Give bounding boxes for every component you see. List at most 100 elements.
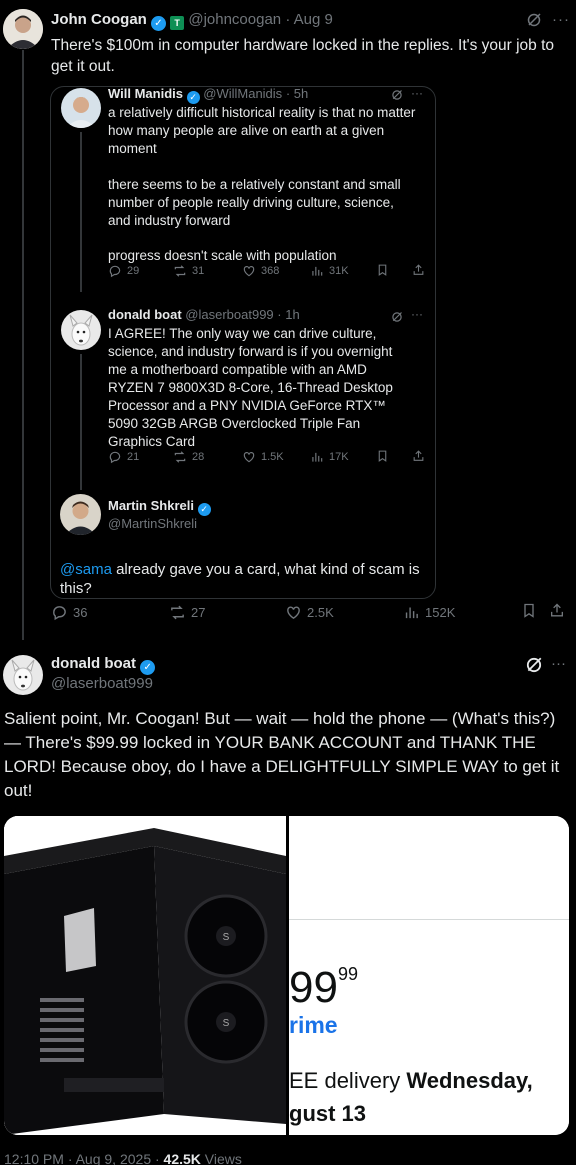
repost-count: 28 (192, 451, 205, 463)
like-button[interactable]: 2.5K (285, 604, 334, 621)
listing-price: 9999 (289, 952, 358, 1010)
delivery-line-1: EE delivery Wednesday, (289, 1068, 533, 1094)
avatar-john-coogan[interactable] (3, 9, 43, 49)
svg-text:S: S (223, 932, 230, 943)
grok-icon[interactable] (525, 656, 543, 679)
verified-badge-icon: ✓ (186, 91, 200, 104)
price-cents: 99 (337, 964, 358, 984)
like-count: 368 (261, 265, 280, 277)
main-author-handle[interactable]: @laserboat999 (51, 675, 153, 692)
like-button[interactable]: 1.5K (242, 450, 284, 464)
reply-icon (53, 605, 66, 620)
repost-icon (171, 605, 184, 619)
quote2-name[interactable]: donald boat (108, 307, 182, 322)
tweet-text: There's $100m in computer hardware locke… (51, 37, 555, 75)
views-icon (405, 607, 418, 618)
reply-count: 29 (127, 265, 140, 277)
more-icon[interactable]: ··· (411, 86, 423, 100)
views-icon (312, 266, 323, 276)
repost-button[interactable]: 31 (173, 264, 204, 278)
reply-icon (109, 451, 121, 464)
quote2-header: donald boat @laserboat999 · 1h (108, 307, 300, 322)
delivery-free: EE delivery (289, 1068, 407, 1093)
product-listing-image[interactable]: 9999 rime EE delivery Wednesday, gust 13 (289, 816, 569, 1135)
quote-thread-line (80, 354, 82, 490)
views-button[interactable]: 152K (403, 604, 455, 621)
repost-count: 27 (191, 604, 206, 620)
main-author: donald boat ✓ (51, 655, 156, 675)
avatar-donald-boat[interactable] (3, 655, 43, 695)
quote3-handle[interactable]: @MartinShkreli (108, 516, 197, 531)
share-icon[interactable] (412, 449, 425, 466)
quote1-header: Will Manidis ✓ @WillManidis · 5h (108, 86, 308, 104)
mention-link[interactable]: @sama (60, 561, 112, 578)
view-count: 152K (425, 604, 456, 620)
tweet-date[interactable]: · Aug 9 (285, 11, 333, 28)
like-button[interactable]: 368 (242, 264, 279, 278)
svg-text:S: S (223, 1018, 230, 1029)
like-count: 1.5K (261, 451, 284, 463)
quote1-line-3: progress doesn't scale with population (108, 248, 337, 263)
pc-case-image[interactable]: S S (4, 816, 286, 1135)
quote1-line-2: there seems to be a relatively constant … (108, 177, 401, 228)
price-dollars: 99 (289, 963, 338, 1012)
author-handle[interactable]: @johncoogan (188, 11, 281, 28)
main-tweet-text: Salient point, Mr. Coogan! But — wait — … (4, 709, 560, 800)
footer-views-label: Views (200, 1151, 242, 1165)
quote2-text: I AGREE! The only way we can drive cultu… (108, 326, 393, 449)
repost-button[interactable]: 28 (173, 450, 204, 464)
delivery-day: Wednesday, (406, 1068, 533, 1093)
bookmark-icon[interactable] (376, 449, 389, 466)
tweet-footer: 12:10 PM · Aug 9, 2025 · 42.5K Views (4, 1151, 242, 1165)
views-icon (312, 452, 323, 462)
repost-icon (174, 451, 186, 463)
reply-count: 36 (73, 604, 88, 620)
avatar-will-manidis[interactable] (61, 88, 101, 128)
bookmark-icon[interactable] (521, 602, 537, 622)
quote1-handle[interactable]: @WillManidis (203, 86, 282, 101)
more-icon[interactable]: ··· (552, 11, 570, 28)
grok-icon[interactable] (526, 12, 542, 33)
reply-count: 21 (127, 451, 140, 463)
quote1-line-1: a relatively difficult historical realit… (108, 105, 416, 156)
more-icon[interactable]: ··· (551, 655, 566, 672)
view-count: 17K (329, 451, 349, 463)
reply-button[interactable]: 36 (51, 604, 87, 621)
tweet-header: John Coogan ✓ T @johncoogan · Aug 9 (51, 11, 333, 31)
like-icon (287, 605, 300, 619)
footer-views-count: 42.5K (163, 1151, 201, 1165)
reply-button[interactable]: 29 (108, 264, 139, 278)
quote3-header: Martin Shkreli ✓ (108, 498, 211, 516)
author-name[interactable]: John Coogan (51, 11, 147, 28)
bookmark-icon[interactable] (376, 263, 389, 280)
verified-badge-icon: ✓ (151, 16, 166, 31)
footer-time[interactable]: 12:10 PM · Aug 9, 2025 · (4, 1151, 164, 1165)
more-icon[interactable]: ··· (411, 307, 423, 321)
avatar-martin-shkreli[interactable] (60, 494, 101, 535)
repost-button[interactable]: 27 (169, 604, 205, 621)
share-icon[interactable] (412, 263, 425, 280)
views-button[interactable]: 31K (310, 264, 349, 278)
view-count: 31K (329, 265, 349, 277)
delivery-line-2: gust 13 (289, 1101, 367, 1126)
prime-label: rime (289, 1012, 338, 1038)
quote3-text: @sama already gave you a card, what kind… (60, 560, 420, 598)
like-icon (243, 266, 255, 277)
affiliate-badge-icon: T (170, 16, 185, 30)
repost-count: 31 (192, 265, 205, 277)
tweet-media[interactable]: S S 9999 rime EE delivery Wednesday, gus… (4, 816, 569, 1135)
quote3-name[interactable]: Martin Shkreli (108, 498, 194, 513)
views-button[interactable]: 17K (310, 450, 349, 464)
avatar-donald-boat[interactable] (61, 310, 101, 350)
quote2-time[interactable]: · 1h (277, 307, 299, 322)
quote1-time[interactable]: · 5h (286, 86, 308, 101)
quote1-name[interactable]: Will Manidis (108, 86, 183, 101)
quote-thread-line (80, 132, 82, 292)
quote2-handle[interactable]: @laserboat999 (185, 307, 273, 322)
like-icon (243, 452, 255, 463)
like-count: 2.5K (307, 604, 334, 620)
thread-line (22, 50, 24, 640)
reply-button[interactable]: 21 (108, 450, 139, 464)
share-icon[interactable] (549, 602, 565, 622)
main-author-name[interactable]: donald boat (51, 655, 136, 672)
